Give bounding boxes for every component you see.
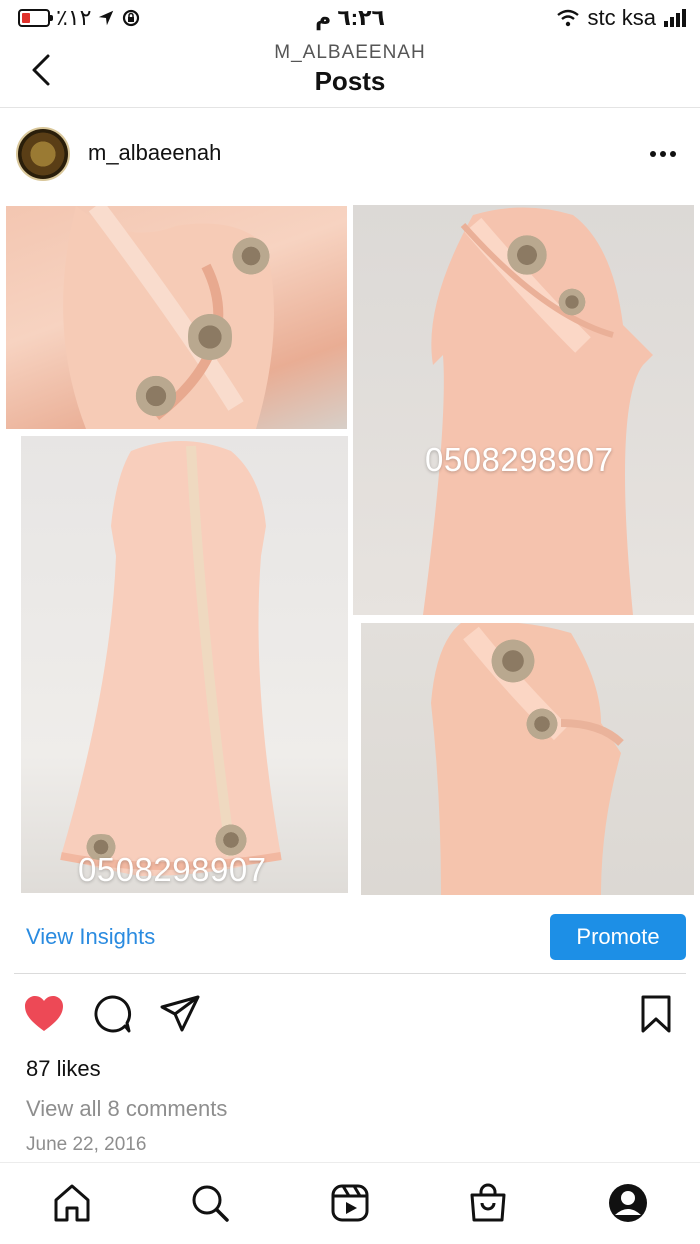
comment-icon[interactable] (90, 992, 134, 1036)
lace-appliqué (188, 306, 232, 368)
view-insights-link[interactable]: View Insights (26, 924, 155, 950)
search-icon[interactable] (188, 1181, 232, 1225)
bottom-tab-bar (0, 1162, 700, 1244)
lace-appliqué (558, 285, 586, 319)
insights-row: View Insights Promote (14, 898, 686, 974)
dress-photo-bottom-right (361, 623, 694, 895)
shop-icon[interactable] (466, 1181, 510, 1225)
page-title: Posts (314, 66, 386, 96)
heart-filled-icon[interactable] (22, 992, 66, 1036)
post-date: June 22, 2016 (26, 1134, 147, 1155)
profile-icon[interactable] (606, 1181, 650, 1225)
account-name: M_ALBAEENAH (274, 42, 426, 63)
dress-photo-top-left (6, 206, 347, 429)
lace-appliqué (489, 635, 537, 687)
lace-appliqué (503, 233, 551, 277)
dress-photo-top-right: 0508298907 (353, 205, 694, 615)
lace-appliqué (228, 236, 274, 276)
lace-appliqué (134, 371, 178, 421)
avatar[interactable] (16, 127, 70, 181)
status-right: stc ksa (556, 5, 686, 31)
ellipsis-icon[interactable] (650, 151, 676, 157)
phone-number-overlay: 0508298907 (78, 851, 267, 888)
carrier-name: stc ksa (587, 5, 656, 30)
reels-icon[interactable] (328, 1181, 372, 1225)
status-bar: ٪١٢ ٦:٢٦ م stc ksa (0, 0, 700, 36)
likes-count[interactable]: 87 likes (26, 1056, 101, 1082)
promote-button[interactable]: Promote (550, 914, 686, 960)
post-username[interactable]: m_albaeenah (88, 140, 221, 166)
post-header: m_albaeenah (0, 110, 700, 198)
post-actions (0, 990, 700, 1040)
post-image[interactable]: 0508298907 0508298907 (0, 198, 700, 898)
send-icon[interactable] (158, 992, 202, 1036)
dress-illustration (60, 441, 282, 876)
wifi-icon (556, 9, 579, 27)
signal-icon (664, 9, 686, 27)
home-icon[interactable] (50, 1181, 94, 1225)
view-comments-link[interactable]: View all 8 comments (26, 1096, 227, 1122)
phone-number-overlay: 0508298907 (425, 441, 614, 478)
lace-appliqué (525, 705, 559, 743)
bookmark-icon[interactable] (634, 992, 678, 1036)
nav-header: M_ALBAEENAH Posts (0, 36, 700, 108)
dress-photo-bottom-left: 0508298907 (21, 436, 348, 893)
